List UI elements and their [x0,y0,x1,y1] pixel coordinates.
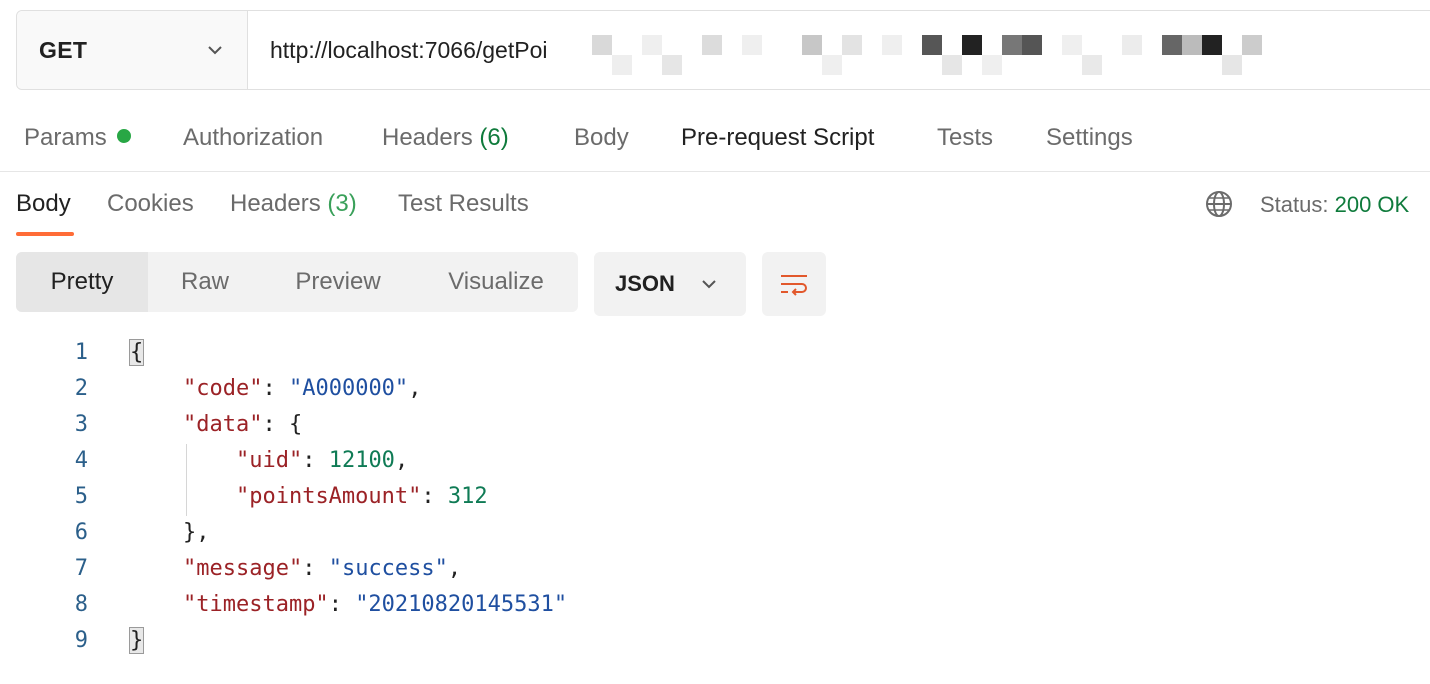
code-line: 1 { [0,336,1430,372]
view-raw-button[interactable]: Raw [148,252,262,312]
status-value: 200 OK [1334,192,1410,217]
redacted-url-area [592,35,1292,77]
json-brace: } [128,627,145,654]
tab-body-label: Body [574,124,629,151]
line-number: 4 [74,448,88,473]
code-line: 6 }, [0,516,1430,552]
code-line: 9 } [0,624,1430,660]
view-preview-button[interactable]: Preview [262,252,414,312]
code-line: 7 "message": "success", [0,552,1430,588]
json-value: "20210820145531" [355,592,568,617]
response-tab-test-results-label: Test Results [398,190,529,217]
line-number: 8 [74,592,88,617]
response-tab-body-label: Body [16,190,71,217]
response-tab-cookies-label: Cookies [107,190,194,217]
wrap-lines-button[interactable] [762,252,826,316]
view-visualize-label: Visualize [448,268,544,295]
code-line: 2 "code": "A000000", [0,372,1430,408]
json-brace: { [128,339,145,366]
tab-pre-request-script[interactable]: Pre-request Script [681,124,874,152]
request-url-bar: GET http://localhost:7066/getPoi [16,10,1430,90]
line-number: 5 [74,484,88,509]
json-key: "data" [182,412,263,437]
line-number: 7 [74,556,88,581]
json-key: "pointsAmount" [235,484,422,509]
line-number: 3 [74,412,88,437]
response-tab-headers-count: (3) [327,190,357,217]
response-status: Status: 200 OK [1260,192,1409,218]
response-tab-headers[interactable]: Headers (3) [230,190,357,218]
tab-params-label: Params [24,124,107,151]
response-tab-test-results[interactable]: Test Results [398,190,529,218]
method-label: GET [39,36,88,63]
code-line: 4 "uid": 12100, [0,444,1430,480]
code-line: 3 "data": { [0,408,1430,444]
line-number: 1 [74,340,88,365]
active-tab-underline [16,232,74,236]
params-indicator-dot [116,129,131,143]
url-text: http://localhost:7066/getPoi [270,36,548,63]
tab-pre-request-label: Pre-request Script [681,124,875,151]
tab-body[interactable]: Body [574,124,629,152]
response-tab-cookies[interactable]: Cookies [107,190,194,218]
tab-headers-count: (6) [479,124,509,151]
json-key: "message" [182,556,303,581]
line-number: 2 [74,376,88,401]
view-preview-label: Preview [295,268,381,295]
tab-authorization-label: Authorization [183,124,324,151]
view-visualize-button[interactable]: Visualize [414,252,578,312]
view-pretty-button[interactable]: Pretty [16,252,148,312]
json-value: 12100 [328,448,395,473]
format-label: JSON [615,271,675,296]
code-line: 8 "timestamp": "20210820145531" [0,588,1430,624]
globe-icon[interactable] [1204,189,1234,219]
json-brace: { [288,412,303,437]
tab-settings[interactable]: Settings [1046,124,1133,152]
tab-tests[interactable]: Tests [937,124,993,152]
request-tabs: Params Authorization Headers (6) Body Pr… [0,108,1430,172]
url-input[interactable]: http://localhost:7066/getPoi [248,11,1430,89]
view-raw-label: Raw [180,268,229,295]
tab-headers[interactable]: Headers (6) [382,124,509,152]
response-tab-body[interactable]: Body [16,190,71,218]
json-value: "success" [328,556,448,581]
json-key: "timestamp" [182,592,329,617]
tab-authorization[interactable]: Authorization [183,124,323,152]
wrap-lines-icon [781,275,807,296]
view-mode-toggle: Pretty Raw Preview Visualize [16,252,578,312]
response-tab-headers-label: Headers [230,190,321,217]
json-brace: } [182,520,197,545]
view-pretty-label: Pretty [50,268,114,295]
tab-params[interactable]: Params [24,124,131,152]
tab-settings-label: Settings [1046,124,1133,151]
json-value: "A000000" [288,376,409,401]
line-number: 6 [74,520,88,545]
json-key: "code" [182,376,263,401]
chevron-down-icon [702,280,716,289]
status-label: Status: [1260,192,1329,217]
tab-headers-label: Headers [382,124,473,151]
chevron-down-icon [208,46,222,55]
method-select[interactable]: GET [17,11,248,89]
code-line: 5 "pointsAmount": 312 [0,480,1430,516]
format-select[interactable]: JSON [594,252,746,316]
json-value: 312 [447,484,488,509]
tab-tests-label: Tests [937,124,994,151]
json-key: "uid" [235,448,303,473]
line-number: 9 [74,628,88,653]
